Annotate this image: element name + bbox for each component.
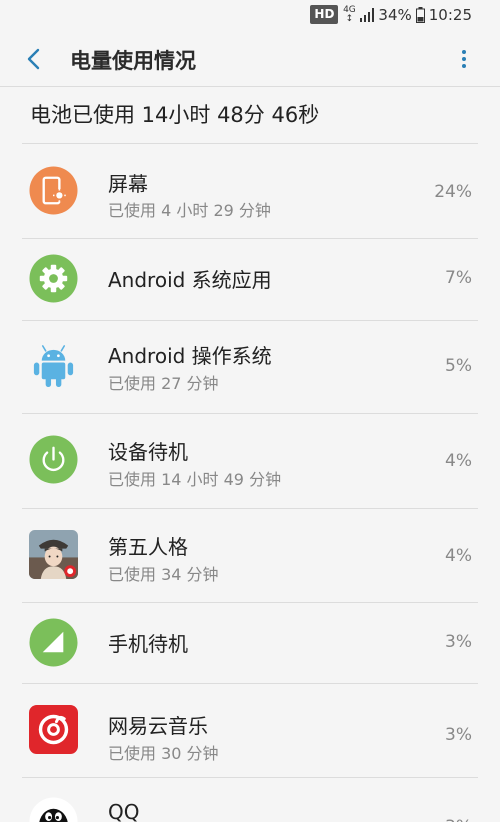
item-title: QQ [108, 800, 140, 822]
item-usage-time: 已使用 4 小时 29 分钟 [108, 201, 271, 220]
item-title: Android 系统应用 [108, 268, 272, 292]
clock: 10:25 [428, 5, 472, 24]
item-title: 设备待机 [108, 440, 188, 464]
network-type-indicator: 4G ↕ [343, 4, 356, 24]
item-percent: 7% [445, 268, 472, 288]
list-item-qq[interactable]: QQ 3% [0, 777, 500, 822]
signal-strength-icon [360, 7, 375, 22]
android-icon [33, 345, 74, 388]
battery-percent: 34% [378, 5, 412, 24]
item-usage-time: 已使用 30 分钟 [108, 744, 219, 763]
gear-icon [29, 254, 78, 303]
item-percent: 3% [445, 725, 472, 745]
list-item-phone-idle[interactable]: 手机待机 3% [0, 602, 500, 683]
item-usage-time: 已使用 34 分钟 [108, 565, 219, 584]
header-divider [0, 86, 500, 87]
list-item-android-os[interactable]: Android 操作系统 已使用 27 分钟 5% [0, 320, 500, 413]
list-item-screen[interactable]: 屏幕 已使用 4 小时 29 分钟 24% [0, 143, 500, 238]
battery-usage-summary: 电池已使用 14小时 48分 46秒 [30, 103, 320, 127]
item-usage-time: 已使用 27 分钟 [108, 374, 219, 393]
item-percent: 4% [445, 546, 472, 566]
item-title: 屏幕 [108, 172, 148, 196]
qq-penguin-icon [29, 797, 78, 822]
item-percent: 5% [445, 356, 472, 376]
more-options-icon[interactable] [456, 46, 472, 72]
item-title: Android 操作系统 [108, 344, 272, 368]
item-title: 网易云音乐 [108, 714, 208, 738]
back-arrow-icon[interactable] [22, 46, 48, 72]
app-bar: 电量使用情况 [0, 32, 500, 88]
list-item-netease-music[interactable]: 网易云音乐 已使用 30 分钟 3% [0, 683, 500, 777]
page-title: 电量使用情况 [70, 49, 196, 73]
item-title: 手机待机 [108, 632, 188, 656]
battery-icon [415, 6, 425, 23]
item-percent: 3% [445, 817, 472, 822]
power-icon [29, 435, 78, 484]
list-item-identity-v[interactable]: 第五人格 已使用 34 分钟 4% [0, 508, 500, 602]
item-percent: 4% [445, 451, 472, 471]
screen-brightness-icon [29, 166, 78, 215]
item-usage-time: 已使用 14 小时 49 分钟 [108, 470, 282, 489]
item-percent: 3% [445, 632, 472, 652]
status-bar: HD 4G ↕ 34% 10:25 [0, 0, 500, 32]
list-item-device-idle[interactable]: 设备待机 已使用 14 小时 49 分钟 4% [0, 413, 500, 508]
hd-voice-badge: HD [310, 5, 339, 24]
netease-music-icon [29, 705, 78, 754]
cell-signal-icon [29, 618, 78, 667]
item-title: 第五人格 [108, 535, 188, 559]
list-item-android-system-apps[interactable]: Android 系统应用 7% [0, 238, 500, 320]
identity-v-app-icon [29, 530, 78, 579]
item-percent: 24% [434, 182, 472, 202]
